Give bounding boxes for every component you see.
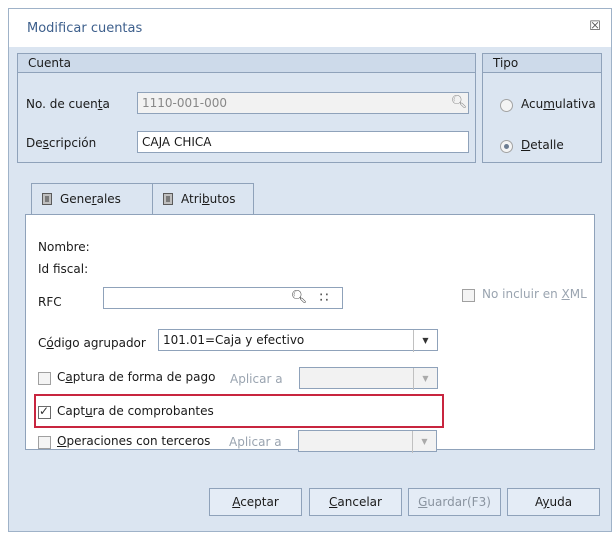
nombre-label: Nombre: [38, 240, 90, 254]
no-cuenta-field[interactable]: 1110-001-000 [137, 92, 469, 114]
forma-pago-checkbox[interactable] [38, 372, 51, 385]
atributos-tab-icon [163, 193, 173, 205]
tipo-group: Tipo Acumulativa Detalle [482, 53, 602, 163]
generales-tab-icon [42, 193, 52, 205]
id-fiscal-label: Id fiscal: [38, 262, 89, 276]
acumulativa-label[interactable]: Acumulativa [521, 97, 596, 111]
no-incluir-xml-label[interactable]: No incluir en XML [482, 287, 587, 301]
descripcion-label: Descripción [26, 136, 97, 150]
chevron-down-icon[interactable]: ▼ [413, 368, 437, 390]
rfc-label: RFC [38, 295, 62, 309]
tab-generales[interactable]: Generales [31, 183, 153, 215]
detalle-label[interactable]: Detalle [521, 138, 564, 152]
forma-pago-label[interactable]: Captura de forma de pago [57, 370, 215, 384]
grid-icon[interactable]: ∷ [315, 289, 333, 307]
close-icon[interactable]: ☒ [587, 19, 603, 35]
chevron-down-icon[interactable]: ▼ [412, 431, 436, 453]
acumulativa-radio[interactable] [500, 99, 513, 112]
forma-pago-aplicar-select[interactable]: ▼ [299, 367, 438, 390]
tipo-group-header: Tipo [483, 54, 601, 73]
descripcion-field[interactable]: CAJA CHICA [137, 131, 469, 153]
highlight-box [34, 394, 444, 428]
window-title: Modificar cuentas [27, 21, 143, 36]
search-icon[interactable]: 🔍︎ [450, 94, 468, 112]
aceptar-button[interactable]: Aceptar [209, 488, 302, 516]
ayuda-button[interactable]: Ayuda [507, 488, 600, 516]
dialog-window: Modificar cuentas ☒ Cuenta No. de cuenta… [8, 8, 612, 532]
forma-pago-aplicar-label: Aplicar a [230, 372, 283, 386]
cuenta-group-header: Cuenta [18, 54, 475, 73]
codigo-agrupador-value: 101.01=Caja y efectivo [163, 333, 305, 347]
tab-atributos[interactable]: Atributos [152, 183, 254, 215]
descripcion-value: CAJA CHICA [142, 135, 212, 149]
codigo-agrupador-label: Código agrupador [38, 336, 146, 350]
no-cuenta-value: 1110-001-000 [142, 96, 228, 110]
no-incluir-xml-checkbox[interactable] [462, 289, 475, 302]
rfc-search-icon[interactable]: 🔍︎ [290, 289, 308, 307]
terceros-checkbox[interactable] [38, 436, 51, 449]
no-cuenta-label: No. de cuenta [26, 97, 110, 111]
codigo-agrupador-select[interactable]: 101.01=Caja y efectivo ▼ [158, 329, 438, 352]
cuenta-group: Cuenta No. de cuenta 1110-001-000 🔍︎ Des… [17, 53, 476, 163]
detalle-radio[interactable] [500, 140, 513, 153]
chevron-down-icon[interactable]: ▼ [413, 330, 437, 352]
terceros-aplicar-label: Aplicar a [229, 435, 282, 449]
dialog-client-area: Cuenta No. de cuenta 1110-001-000 🔍︎ Des… [9, 47, 611, 531]
cancelar-button[interactable]: Cancelar [309, 488, 402, 516]
title-bar[interactable]: Modificar cuentas ☒ [9, 9, 611, 47]
guardar-button[interactable]: Guardar(F3) [408, 488, 501, 516]
terceros-aplicar-select[interactable]: ▼ [298, 430, 437, 453]
terceros-label[interactable]: Operaciones con terceros [57, 434, 210, 448]
